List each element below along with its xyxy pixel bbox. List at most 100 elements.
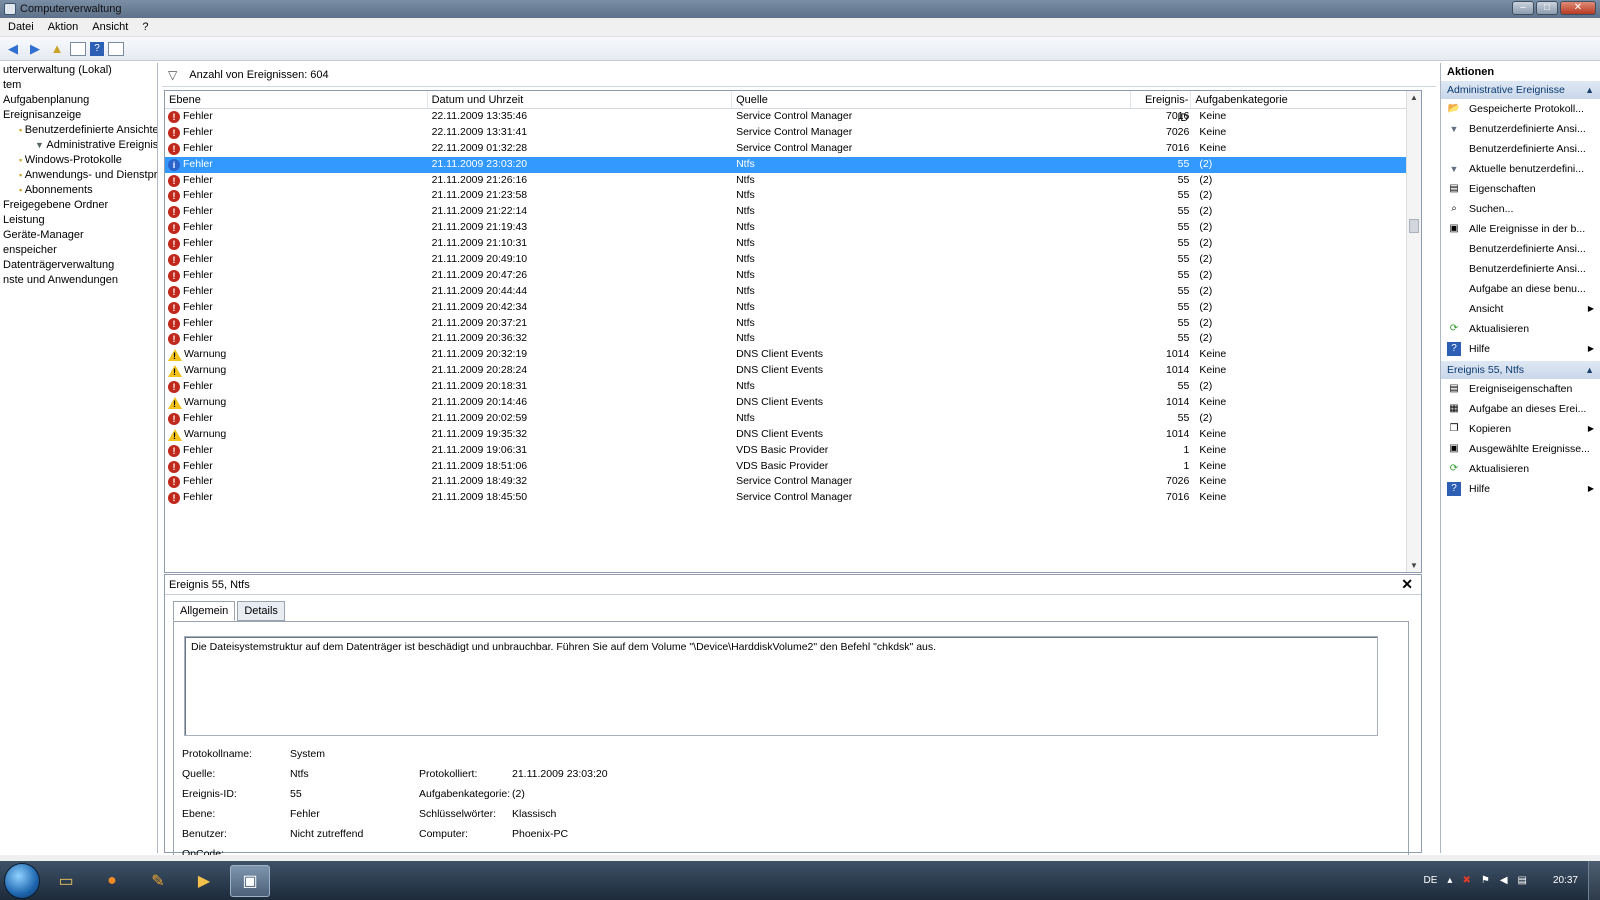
forward-icon[interactable]: ▶ — [26, 40, 44, 58]
tree-node[interactable]: ▼ Administrative Ereignisse — [0, 138, 157, 153]
tree-node[interactable]: ▪ Benutzerdefinierte Ansichten — [0, 123, 157, 138]
table-row[interactable]: ! Fehler 21.11.2009 21:26:16 Ntfs 55 (2) — [165, 173, 1421, 189]
start-button[interactable] — [4, 862, 40, 899]
tree-node[interactable]: Ereignisanzeige — [0, 108, 157, 123]
app-taskbar-icon[interactable]: ✎ — [138, 865, 178, 897]
table-row[interactable]: ! Fehler 21.11.2009 21:10:31 Ntfs 55 (2) — [165, 236, 1421, 252]
column-header-quelle[interactable]: Quelle — [732, 91, 1132, 108]
event-message[interactable]: Die Dateisystemstruktur auf dem Datenträ… — [184, 636, 1378, 736]
tree-node[interactable]: ▪ Abonnements — [0, 183, 157, 198]
table-row[interactable]: ! Fehler 21.11.2009 20:47:26 Ntfs 55 (2) — [165, 268, 1421, 284]
table-row[interactable]: ! Fehler 21.11.2009 21:19:43 Ntfs 55 (2) — [165, 220, 1421, 236]
action-item[interactable]: Aufgabe an diese benu... — [1441, 279, 1600, 299]
table-row[interactable]: ! Fehler 21.11.2009 20:36:32 Ntfs 55 (2) — [165, 331, 1421, 347]
table-row[interactable]: Warnung 21.11.2009 19:35:32 DNS Client Eve… — [165, 427, 1421, 443]
tree-node[interactable]: Freigegebene Ordner — [0, 198, 157, 213]
tree-node[interactable]: ▪ Anwendungs- und Dienstprotokolle — [0, 168, 157, 183]
action-item[interactable]: Benutzerdefinierte Ansi... — [1441, 259, 1600, 279]
table-row[interactable]: ! Fehler 21.11.2009 20:02:59 Ntfs 55 (2) — [165, 411, 1421, 427]
action-item[interactable]: 📂 Gespeicherte Protokoll... — [1441, 99, 1600, 119]
table-row[interactable]: ! Fehler 21.11.2009 18:49:32 Service Contro… — [165, 474, 1421, 490]
volume-icon[interactable]: ◀ — [1500, 875, 1508, 886]
action-item[interactable]: ▤ Eigenschaften — [1441, 179, 1600, 199]
help-icon[interactable]: ? — [90, 41, 104, 56]
table-row[interactable]: ! Fehler 21.11.2009 19:06:31 VDS Basic Prov… — [165, 443, 1421, 459]
tree-node[interactable]: Geräte-Manager — [0, 228, 157, 243]
up-folder-icon[interactable]: ▲ — [48, 40, 66, 58]
actions-section-event[interactable]: Ereignis 55, Ntfs ▲ — [1441, 361, 1600, 379]
table-vertical-scrollbar[interactable]: ▲ ▼ — [1406, 91, 1421, 572]
tab-details[interactable]: Details — [237, 601, 285, 621]
language-indicator[interactable]: DE — [1424, 875, 1438, 886]
menu-help[interactable]: ? — [142, 21, 148, 33]
action-item[interactable]: ❐ Kopieren ▶ — [1441, 419, 1600, 439]
action-item[interactable]: Ansicht ▶ — [1441, 299, 1600, 319]
antivirus-icon[interactable]: ✖ — [1462, 875, 1470, 886]
collapse-icon[interactable]: ▲ — [1585, 361, 1594, 379]
tree-node[interactable]: uterverwaltung (Lokal) — [0, 63, 157, 78]
column-header-ebene[interactable]: Ebene — [165, 91, 428, 108]
table-row[interactable]: i Fehler 21.11.2009 23:03:20 Ntfs 55 (2) — [165, 156, 1421, 173]
collapse-icon[interactable]: ▲ — [1585, 81, 1594, 99]
network-icon[interactable]: ▤ — [1518, 875, 1527, 886]
show-hide-tree-icon[interactable] — [70, 41, 86, 56]
table-row[interactable]: ! Fehler 21.11.2009 20:18:31 Ntfs 55 (2) — [165, 379, 1421, 395]
action-item[interactable]: ▼ Benutzerdefinierte Ansi... — [1441, 119, 1600, 139]
computer-management-taskbar-icon[interactable]: ▣ — [230, 864, 270, 897]
minimize-button[interactable]: – — [1512, 1, 1534, 15]
table-row[interactable]: ! Fehler 21.11.2009 21:23:58 Ntfs 55 (2) — [165, 188, 1421, 204]
menu-datei[interactable]: Datei — [8, 21, 34, 33]
tree-node[interactable]: tem — [0, 78, 157, 93]
table-row[interactable]: ! Fehler 22.11.2009 13:35:46 Service Contro… — [165, 109, 1421, 125]
table-row[interactable]: ! Fehler 21.11.2009 18:51:06 VDS Basic Prov… — [165, 459, 1421, 475]
action-item[interactable]: ▦ Aufgabe an dieses Erei... — [1441, 399, 1600, 419]
action-item[interactable]: Benutzerdefinierte Ansi... — [1441, 239, 1600, 259]
tree-node[interactable]: nste und Anwendungen — [0, 273, 157, 288]
table-row[interactable]: ! Fehler 22.11.2009 13:31:41 Service Contro… — [165, 125, 1421, 141]
show-hide-action-pane-icon[interactable] — [108, 41, 124, 56]
action-center-flag-icon[interactable]: ⚑ — [1481, 875, 1490, 886]
action-item[interactable]: ⟳ Aktualisieren — [1441, 319, 1600, 339]
maximize-button[interactable]: □ — [1536, 1, 1558, 15]
firefox-taskbar-icon[interactable]: ● — [92, 865, 132, 897]
action-item[interactable]: ? Hilfe ▶ — [1441, 339, 1600, 359]
back-icon[interactable]: ◀ — [4, 40, 22, 58]
table-row[interactable]: ! Fehler 21.11.2009 20:49:10 Ntfs 55 (2) — [165, 252, 1421, 268]
table-row[interactable]: ! Fehler 21.11.2009 20:42:34 Ntfs 55 (2) — [165, 300, 1421, 316]
action-item[interactable]: ⟳ Aktualisieren — [1441, 459, 1600, 479]
scrollbar-thumb[interactable] — [1409, 219, 1419, 233]
show-desktop-button[interactable] — [1588, 861, 1600, 900]
action-item[interactable]: ? Hilfe ▶ — [1441, 479, 1600, 499]
action-item[interactable]: ▣ Alle Ereignisse in der b... — [1441, 219, 1600, 239]
table-row[interactable]: Warnung 21.11.2009 20:28:24 DNS Client Eve… — [165, 363, 1421, 379]
tray-expand-icon[interactable]: ▴ — [1447, 875, 1452, 886]
action-item[interactable]: ▣ Ausgewählte Ereignisse... — [1441, 439, 1600, 459]
action-item[interactable]: ▼ Aktuelle benutzerdefini... — [1441, 159, 1600, 179]
tree-node[interactable]: ▪ Windows-Protokolle — [0, 153, 157, 168]
actions-section-administrative[interactable]: Administrative Ereignisse ▲ — [1441, 81, 1600, 99]
clock[interactable]: 20:37 — [1553, 875, 1578, 886]
table-row[interactable]: Warnung 21.11.2009 20:14:46 DNS Client Eve… — [165, 395, 1421, 411]
tab-allgemein[interactable]: Allgemein — [173, 601, 236, 621]
menu-aktion[interactable]: Aktion — [48, 21, 79, 33]
table-row[interactable]: Warnung 21.11.2009 20:32:19 DNS Client Eve… — [165, 347, 1421, 363]
table-row[interactable]: ! Fehler 21.11.2009 18:45:50 Service Contro… — [165, 490, 1421, 506]
action-item[interactable]: Benutzerdefinierte Ansi... — [1441, 139, 1600, 159]
action-item[interactable]: ▤ Ereigniseigenschaften — [1441, 379, 1600, 399]
tree-node[interactable]: Datenträgerverwaltung — [0, 258, 157, 273]
explorer-taskbar-icon[interactable]: ▭ — [46, 865, 86, 897]
tree-node[interactable]: Leistung — [0, 213, 157, 228]
tree-node[interactable]: Aufgabenplanung — [0, 93, 157, 108]
table-row[interactable]: ! Fehler 21.11.2009 20:44:44 Ntfs 55 (2) — [165, 284, 1421, 300]
column-header-aufgabenkategorie[interactable]: Aufgabenkategorie — [1191, 91, 1421, 108]
close-window-button[interactable]: ✕ — [1560, 1, 1596, 15]
tree-node[interactable]: enspeicher — [0, 243, 157, 258]
media-taskbar-icon[interactable]: ▶ — [184, 865, 224, 897]
table-row[interactable]: ! Fehler 22.11.2009 01:32:28 Service Contro… — [165, 141, 1421, 157]
table-row[interactable]: ! Fehler 21.11.2009 21:22:14 Ntfs 55 (2) — [165, 204, 1421, 220]
detail-close-button[interactable]: ✕ — [1401, 576, 1413, 593]
table-row[interactable]: ! Fehler 21.11.2009 20:37:21 Ntfs 55 (2) — [165, 316, 1421, 332]
action-item[interactable]: ⌕ Suchen... — [1441, 199, 1600, 219]
column-header-datum[interactable]: Datum und Uhrzeit — [428, 91, 733, 108]
column-header-ereignis-id[interactable]: Ereignis-ID — [1131, 91, 1192, 124]
